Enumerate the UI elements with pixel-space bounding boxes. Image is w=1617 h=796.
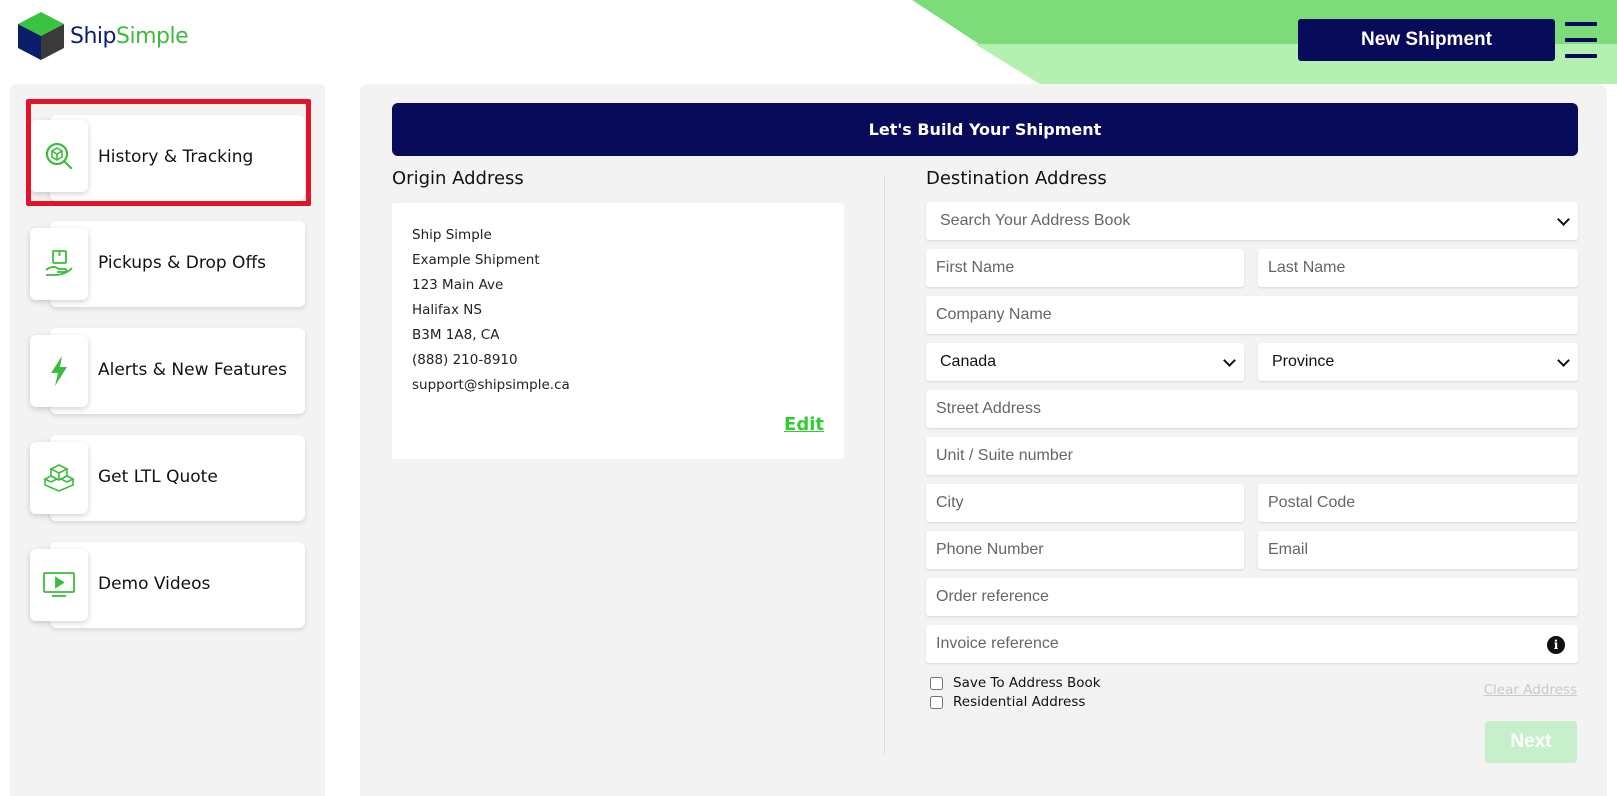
phone-number-input[interactable] — [926, 531, 1244, 569]
first-name-input[interactable] — [926, 249, 1244, 287]
residential-address-checkbox[interactable] — [930, 695, 943, 709]
chevron-down-icon — [1223, 353, 1236, 367]
street-address-input[interactable] — [926, 390, 1578, 428]
origin-address-card: Ship Simple Example Shipment 123 Main Av… — [392, 203, 844, 459]
company-name-input[interactable] — [926, 296, 1578, 334]
origin-line: Example Shipment — [412, 252, 540, 268]
destination-title: Destination Address — [926, 168, 1107, 189]
app-root: ShipSimple New Shipment History & Tracki… — [0, 0, 1617, 796]
highlight-annotation — [26, 99, 311, 206]
video-screen-icon — [30, 549, 88, 621]
sidebar-item-label: Alerts & New Features — [98, 360, 287, 380]
last-name-input[interactable] — [1258, 249, 1578, 287]
residential-address-row[interactable]: Residential Address — [930, 694, 1085, 710]
country-select-value: Canada — [940, 353, 997, 370]
address-book-select[interactable]: Search Your Address Book — [926, 202, 1578, 240]
save-to-address-book-label: Save To Address Book — [953, 675, 1101, 691]
sidebar-item-label: Get LTL Quote — [98, 467, 218, 487]
address-book-select-value: Search Your Address Book — [940, 212, 1131, 229]
column-divider — [884, 176, 885, 754]
origin-line: (888) 210-8910 — [412, 352, 518, 368]
origin-line: 123 Main Ave — [412, 277, 504, 293]
origin-line: Halifax NS — [412, 302, 482, 318]
pallet-boxes-icon — [30, 442, 88, 514]
edit-origin-link[interactable]: Edit — [784, 414, 824, 435]
origin-line: support@shipsimple.ca — [412, 377, 570, 393]
chevron-down-icon — [1557, 353, 1570, 367]
province-select-value: Province — [1272, 353, 1335, 370]
sidebar-item-label: Pickups & Drop Offs — [98, 253, 267, 273]
save-to-address-book-checkbox[interactable] — [930, 676, 943, 690]
origin-title: Origin Address — [392, 168, 524, 189]
postal-code-input[interactable] — [1258, 484, 1578, 522]
country-select[interactable]: Canada — [926, 343, 1244, 381]
city-input[interactable] — [926, 484, 1244, 522]
hamburger-menu-icon[interactable] — [1565, 22, 1597, 58]
build-shipment-banner: Let's Build Your Shipment — [392, 103, 1578, 156]
clear-address-link[interactable]: Clear Address — [1484, 682, 1577, 698]
order-reference-input[interactable] — [926, 578, 1578, 616]
logo-text-simple: Simple — [116, 23, 189, 49]
logo-text-ship: Ship — [70, 23, 117, 49]
next-button[interactable]: Next — [1485, 721, 1577, 763]
new-shipment-button[interactable]: New Shipment — [1298, 19, 1555, 61]
info-icon[interactable]: i — [1547, 636, 1565, 654]
sidebar-item-label: Demo Videos — [98, 574, 211, 594]
hand-package-icon — [30, 228, 88, 300]
chevron-down-icon — [1557, 212, 1570, 226]
logo[interactable]: ShipSimple — [16, 10, 189, 62]
origin-line: Ship Simple — [412, 227, 492, 243]
lightning-icon — [30, 335, 88, 407]
origin-line: B3M 1A8, CA — [412, 327, 500, 343]
email-input[interactable] — [1258, 531, 1578, 569]
logo-text: ShipSimple — [70, 23, 189, 49]
residential-address-label: Residential Address — [953, 694, 1086, 710]
logo-cube-icon — [18, 12, 64, 60]
save-to-address-book-row[interactable]: Save To Address Book — [930, 675, 1101, 691]
unit-suite-input[interactable] — [926, 437, 1578, 475]
province-select[interactable]: Province — [1258, 343, 1578, 381]
invoice-reference-input[interactable] — [926, 625, 1578, 663]
